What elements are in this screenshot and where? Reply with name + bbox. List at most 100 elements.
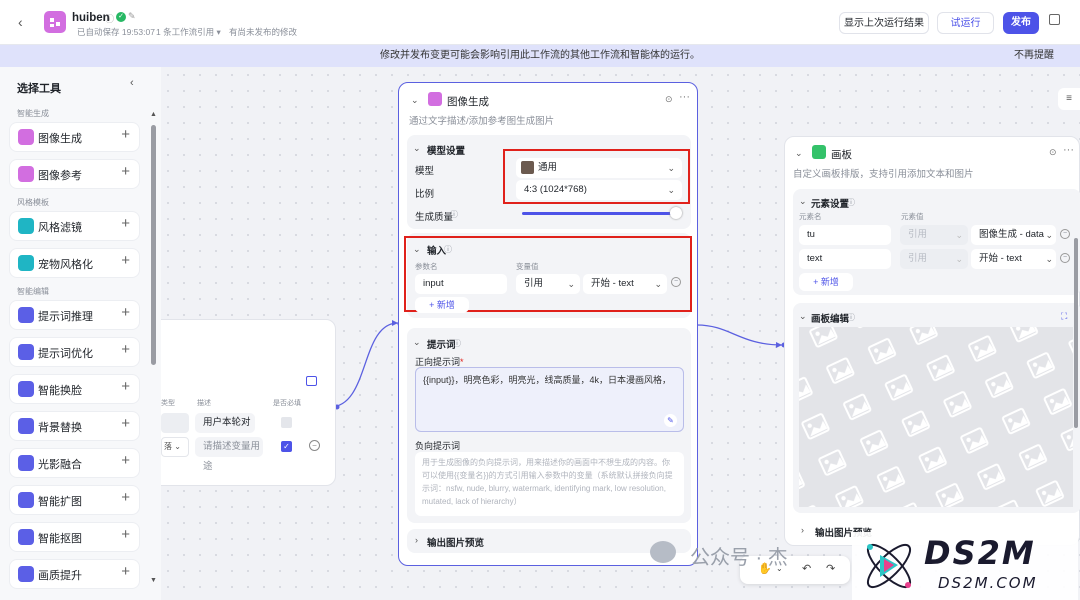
info-icon[interactable]: ⓘ	[105, 12, 114, 25]
add-icon[interactable]: +	[121, 452, 130, 469]
add-icon[interactable]: +	[121, 489, 130, 506]
element-mode-select-2[interactable]: 引用 ⌄	[900, 249, 968, 269]
dismiss-notice-link[interactable]: 不再提醒	[1014, 45, 1054, 67]
node-settings-icon[interactable]: ⊙	[1049, 147, 1057, 158]
remove-param-icon[interactable]: −	[671, 277, 681, 287]
more-options-icon[interactable]: ···	[679, 91, 690, 103]
scroll-up-icon[interactable]: ▲	[150, 111, 157, 118]
workflow-ref-dropdown[interactable]: 1 条工作流引用 ▾	[156, 26, 221, 38]
collapse-section-icon[interactable]: ⌄	[413, 337, 421, 348]
add-icon[interactable]: +	[121, 126, 130, 143]
add-icon[interactable]: +	[121, 304, 130, 321]
negative-prompt-textarea[interactable]: 用于生成图像的负向提示词，用来描述你的画面中不想生成的内容。你可以使用{{变量名…	[415, 452, 684, 516]
positive-prompt-textarea[interactable]: {{input}}，明亮色彩，明亮光，线高质量，4k，日本漫画风格， ✎	[415, 367, 684, 432]
add-param-button[interactable]: + 新增	[415, 297, 469, 313]
add-icon[interactable]: +	[121, 341, 130, 358]
param-ref-value: 开始 - text	[591, 278, 634, 289]
redo-icon[interactable]: ↷	[826, 562, 835, 575]
desc-input-2[interactable]: 请描述变量用途	[195, 437, 263, 472]
show-last-run-button[interactable]: 显示上次运行结果	[839, 12, 929, 34]
collapse-section-icon[interactable]: ⌄	[799, 311, 807, 322]
tool-upscale[interactable]: 画质提升 +	[10, 560, 139, 588]
add-element-button[interactable]: + 新增	[799, 273, 853, 291]
expand-editor-icon[interactable]: ✎	[664, 414, 677, 427]
scroll-down-icon[interactable]: ▼	[150, 577, 157, 584]
collapse-node-icon[interactable]: ⌄	[795, 148, 803, 159]
collapse-section-icon[interactable]: ⌄	[799, 196, 807, 207]
type-select-2[interactable]: 落 ⌄	[161, 437, 189, 457]
tool-matting[interactable]: 智能抠图 +	[10, 523, 139, 551]
tool-outpaint[interactable]: 智能扩图 +	[10, 486, 139, 514]
more-options-icon[interactable]: ···	[1063, 144, 1074, 156]
back-icon[interactable]: ‹	[18, 14, 23, 30]
image-gen-node[interactable]: ⌄ 图像生成 ⊙ ··· 通过文字描述/添加参考图生成图片 ⌄ 模型设置 模型 …	[398, 82, 698, 566]
edit-icon[interactable]: ✎	[128, 11, 136, 22]
required-checkbox-2[interactable]: ✓	[281, 441, 292, 452]
type-select-1[interactable]	[161, 413, 189, 433]
panel-toggle-button[interactable]: ≡	[1058, 88, 1080, 110]
canvas-node-icon	[812, 145, 826, 159]
remove-row-icon[interactable]: −	[309, 440, 320, 451]
collapse-node-icon[interactable]: ⌄	[411, 95, 419, 106]
publish-button[interactable]: 发布	[1003, 12, 1039, 34]
add-icon[interactable]: +	[121, 252, 130, 269]
collapse-sidebar-icon[interactable]: ‹	[130, 77, 134, 89]
add-icon[interactable]: +	[121, 563, 130, 580]
trial-run-button[interactable]: 试运行	[937, 12, 994, 34]
canvas-node[interactable]: ⌄ 画板 ⊙ ··· 自定义画板排版，支持引用添加文本和图片 ⌄ 元素设置 ⓘ …	[784, 136, 1080, 546]
tool-pet-style[interactable]: 宠物风格化 +	[10, 249, 139, 277]
element-name-input-2[interactable]: text	[799, 249, 891, 269]
canvas-right-scrollbar[interactable]	[1074, 238, 1078, 428]
element-ref-select-1[interactable]: 图像生成 - data ⌄	[971, 225, 1056, 245]
add-icon[interactable]: +	[121, 215, 130, 232]
tool-background-replace[interactable]: 背景替换 +	[10, 412, 139, 440]
copy-icon[interactable]	[1049, 14, 1060, 25]
tool-prompt-optimize[interactable]: 提示词优化 +	[10, 338, 139, 366]
remove-element-icon[interactable]: −	[1060, 229, 1070, 239]
param-mode-select[interactable]: 引用 ⌄	[516, 274, 580, 294]
sidebar-scrollbar[interactable]	[151, 125, 156, 365]
model-select[interactable]: 通用 ⌄	[516, 158, 682, 178]
fullscreen-icon[interactable]: ⛶	[1061, 311, 1067, 322]
expand-section-icon[interactable]: ›	[801, 525, 804, 535]
remove-element-icon[interactable]: −	[1060, 253, 1070, 263]
node-settings-icon[interactable]: ⊙	[665, 94, 673, 105]
canvas-edit-info-icon: ⓘ	[847, 313, 855, 322]
chevron-down-icon: ⌄	[567, 279, 575, 289]
output-preview-section[interactable]: › 输出图片预览	[407, 529, 691, 553]
tool-light-blend[interactable]: 光影融合 +	[10, 449, 139, 477]
add-icon[interactable]: +	[121, 526, 130, 543]
element-ref-select-2[interactable]: 开始 - text ⌄	[971, 249, 1056, 269]
canvas-preview[interactable]	[799, 327, 1073, 507]
tool-face-swap[interactable]: 智能换脸 +	[10, 375, 139, 403]
required-checkbox-1[interactable]	[281, 417, 292, 428]
export-icon[interactable]	[306, 376, 317, 386]
param-ref-select[interactable]: 开始 - text ⌄	[583, 274, 667, 294]
app-icon	[44, 11, 66, 33]
add-icon[interactable]: +	[121, 415, 130, 432]
element-name-input-1[interactable]: tu	[799, 225, 891, 245]
desc-input-1[interactable]: 用户本轮对	[195, 413, 255, 433]
matting-icon	[18, 529, 34, 545]
add-icon[interactable]: +	[121, 163, 130, 180]
collapse-section-icon[interactable]: ⌄	[413, 143, 421, 154]
ratio-select[interactable]: 4:3 (1024*768) ⌄	[516, 180, 682, 200]
add-icon[interactable]: +	[121, 378, 130, 395]
element-mode-1: 引用	[908, 229, 928, 240]
undo-icon[interactable]: ↶	[802, 562, 811, 575]
expand-section-icon[interactable]: ›	[415, 535, 418, 545]
element-name-2: text	[807, 253, 823, 264]
tool-image-generate[interactable]: 图像生成 +	[10, 123, 139, 151]
required-asterisk: *	[460, 357, 464, 367]
quality-slider[interactable]	[522, 212, 680, 215]
collapse-section-icon[interactable]: ⌄	[413, 244, 421, 255]
logo-url: DS2M.COM	[938, 574, 1038, 592]
tool-prompt-reasoning[interactable]: 提示词推理 +	[10, 301, 139, 329]
tool-image-reference[interactable]: 图像参考 +	[10, 160, 139, 188]
element-section-title: 元素设置	[811, 199, 850, 210]
tool-style-filter[interactable]: 风格滤镜 +	[10, 212, 139, 240]
quality-slider-handle[interactable]	[670, 207, 682, 219]
element-mode-select-1[interactable]: 引用 ⌄	[900, 225, 968, 245]
tool-label: 光影融合	[38, 459, 82, 471]
param-name-input[interactable]: input	[415, 274, 507, 294]
